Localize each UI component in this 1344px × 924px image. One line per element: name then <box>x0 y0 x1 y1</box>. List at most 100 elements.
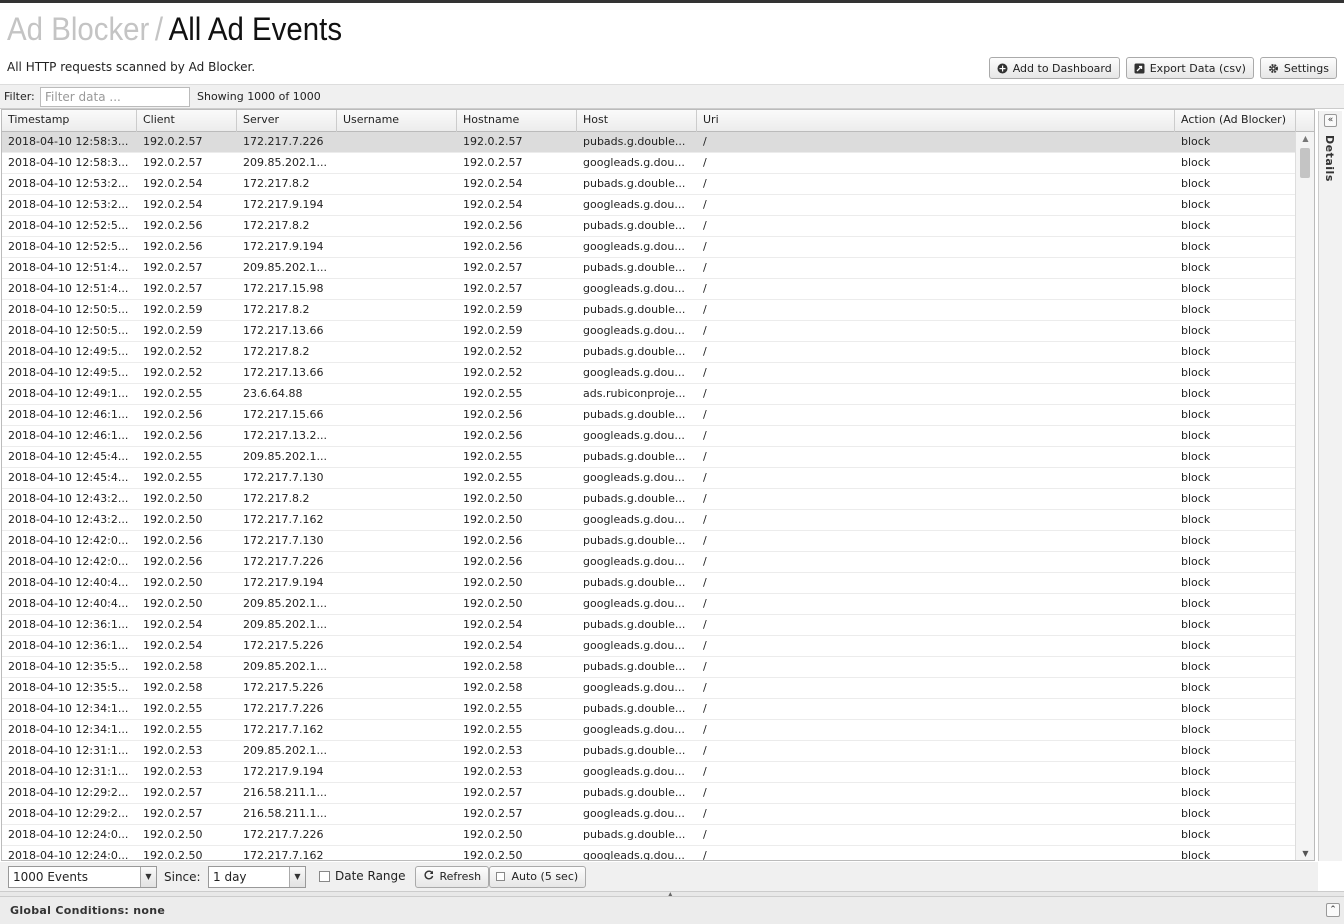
details-panel[interactable]: « Details <box>1318 111 1342 861</box>
table-row[interactable]: 2018-04-10 12:51:4... 192.0.2.57 172.217.1… <box>2 279 1296 300</box>
column-header-host[interactable]: Host <box>577 110 697 132</box>
cell-action: block <box>1181 744 1211 757</box>
table-row[interactable]: 2018-04-10 12:53:2... 192.0.2.54 172.217.8… <box>2 174 1296 195</box>
table-row[interactable]: 2018-04-10 12:24:0... 192.0.2.50 172.217.7… <box>2 846 1296 860</box>
cell-server: 209.85.202.1... <box>243 618 327 631</box>
table-row[interactable]: 2018-04-10 12:35:5... 192.0.2.58 172.217.5… <box>2 678 1296 699</box>
column-header-action[interactable]: Action (Ad Blocker) <box>1175 110 1296 132</box>
cell-client: 192.0.2.56 <box>143 408 203 421</box>
cell-timestamp: 2018-04-10 12:29:2... <box>8 807 129 820</box>
table-row[interactable]: 2018-04-10 12:53:2... 192.0.2.54 172.217.9… <box>2 195 1296 216</box>
filter-input[interactable] <box>40 87 190 107</box>
cell-timestamp: 2018-04-10 12:49:1... <box>8 387 129 400</box>
export-data-button[interactable]: Export Data (csv) <box>1125 57 1254 79</box>
table-row[interactable]: 2018-04-10 12:49:5... 192.0.2.52 172.217.1… <box>2 363 1296 384</box>
table-row[interactable]: 2018-04-10 12:34:1... 192.0.2.55 172.217.7… <box>2 699 1296 720</box>
table-row[interactable]: 2018-04-10 12:43:2... 192.0.2.50 172.217.7… <box>2 510 1296 531</box>
table-row[interactable]: 2018-04-10 12:31:1... 192.0.2.53 209.85.20… <box>2 741 1296 762</box>
events-limit-select[interactable]: 1000 Events ▼ <box>8 866 157 888</box>
column-header-username[interactable]: Username <box>337 110 457 132</box>
scroll-thumb[interactable] <box>1300 148 1310 178</box>
scroll-up-icon[interactable]: ▲ <box>1296 134 1314 143</box>
cell-action: block <box>1181 513 1211 526</box>
column-header-hostname[interactable]: Hostname <box>457 110 577 132</box>
cell-uri: / <box>703 555 707 568</box>
cell-host: googleads.g.dou... <box>583 597 685 610</box>
chevron-double-up-icon[interactable]: ⌃ <box>1326 903 1340 917</box>
cell-username <box>337 405 457 425</box>
breadcrumb-parent[interactable]: Ad Blocker <box>7 11 149 47</box>
cell-action: block <box>1181 828 1211 841</box>
table-row[interactable]: 2018-04-10 12:29:2... 192.0.2.57 216.58.21… <box>2 783 1296 804</box>
refresh-button[interactable]: Refresh <box>415 866 489 888</box>
cell-username <box>337 321 457 341</box>
table-row[interactable]: 2018-04-10 12:58:3... 192.0.2.57 172.217.7… <box>2 132 1296 153</box>
column-header-timestamp[interactable]: Timestamp <box>2 110 137 132</box>
cell-timestamp: 2018-04-10 12:40:4... <box>8 576 129 589</box>
cell-client: 192.0.2.56 <box>143 555 203 568</box>
table-row[interactable]: 2018-04-10 12:43:2... 192.0.2.50 172.217.8… <box>2 489 1296 510</box>
cell-client: 192.0.2.57 <box>143 786 203 799</box>
table-row[interactable]: 2018-04-10 12:49:5... 192.0.2.52 172.217.8… <box>2 342 1296 363</box>
column-header-uri[interactable]: Uri <box>697 110 1175 132</box>
cell-action: block <box>1181 324 1211 337</box>
cell-host: googleads.g.dou... <box>583 513 685 526</box>
cell-hostname: 192.0.2.54 <box>463 198 523 211</box>
table-row[interactable]: 2018-04-10 12:24:0... 192.0.2.50 172.217.7… <box>2 825 1296 846</box>
table-row[interactable]: 2018-04-10 12:36:1... 192.0.2.54 172.217.5… <box>2 636 1296 657</box>
cell-username <box>337 804 457 824</box>
cell-server: 172.217.7.130 <box>243 471 324 484</box>
cell-timestamp: 2018-04-10 12:29:2... <box>8 786 129 799</box>
table-row[interactable]: 2018-04-10 12:50:5... 192.0.2.59 172.217.1… <box>2 321 1296 342</box>
table-row[interactable]: 2018-04-10 12:42:0... 192.0.2.56 172.217.7… <box>2 552 1296 573</box>
table-row[interactable]: 2018-04-10 12:46:1... 192.0.2.56 172.217.1… <box>2 405 1296 426</box>
date-range-checkbox[interactable] <box>319 871 330 882</box>
table-row[interactable]: 2018-04-10 12:34:1... 192.0.2.55 172.217.7… <box>2 720 1296 741</box>
table-row[interactable]: 2018-04-10 12:35:5... 192.0.2.58 209.85.20… <box>2 657 1296 678</box>
cell-uri: / <box>703 639 707 652</box>
cell-username <box>337 300 457 320</box>
cell-uri: / <box>703 408 707 421</box>
auto-refresh-toggle[interactable]: Auto (5 sec) <box>489 866 586 888</box>
cell-server: 172.217.7.130 <box>243 534 324 547</box>
table-row[interactable]: 2018-04-10 12:49:1... 192.0.2.55 23.6.64.8… <box>2 384 1296 405</box>
cell-host: googleads.g.dou... <box>583 240 685 253</box>
cell-host: pubads.g.double... <box>583 135 686 148</box>
cell-server: 172.217.9.194 <box>243 576 324 589</box>
table-row[interactable]: 2018-04-10 12:52:5... 192.0.2.56 172.217.8… <box>2 216 1296 237</box>
column-header-client[interactable]: Client <box>137 110 237 132</box>
table-row[interactable]: 2018-04-10 12:36:1... 192.0.2.54 209.85.20… <box>2 615 1296 636</box>
table-row[interactable]: 2018-04-10 12:45:4... 192.0.2.55 209.85.20… <box>2 447 1296 468</box>
date-range-label[interactable]: Date Range <box>335 869 406 883</box>
chevron-down-icon[interactable]: ▼ <box>140 867 156 887</box>
cell-server: 216.58.211.1... <box>243 807 327 820</box>
table-row[interactable]: 2018-04-10 12:52:5... 192.0.2.56 172.217.9… <box>2 237 1296 258</box>
chevron-double-left-icon[interactable]: « <box>1324 114 1337 127</box>
table-row[interactable]: 2018-04-10 12:42:0... 192.0.2.56 172.217.7… <box>2 531 1296 552</box>
cell-action: block <box>1181 156 1211 169</box>
table-row[interactable]: 2018-04-10 12:40:4... 192.0.2.50 209.85.20… <box>2 594 1296 615</box>
table-row[interactable]: 2018-04-10 12:58:3... 192.0.2.57 209.85.20… <box>2 153 1296 174</box>
cell-timestamp: 2018-04-10 12:45:4... <box>8 471 129 484</box>
since-select[interactable]: 1 day ▼ <box>208 866 306 888</box>
column-header-server[interactable]: Server <box>237 110 337 132</box>
cell-server: 172.217.13.66 <box>243 324 324 337</box>
cell-timestamp: 2018-04-10 12:50:5... <box>8 324 129 337</box>
table-row[interactable]: 2018-04-10 12:45:4... 192.0.2.55 172.217.7… <box>2 468 1296 489</box>
chevron-down-icon[interactable]: ▼ <box>289 867 305 887</box>
grid-scrollbar[interactable]: ▲ ▼ <box>1295 132 1314 860</box>
scroll-down-icon[interactable]: ▼ <box>1296 849 1314 858</box>
table-row[interactable]: 2018-04-10 12:51:4... 192.0.2.57 209.85.20… <box>2 258 1296 279</box>
table-row[interactable]: 2018-04-10 12:29:2... 192.0.2.57 216.58.21… <box>2 804 1296 825</box>
settings-button[interactable]: Settings <box>1259 57 1337 79</box>
table-row[interactable]: 2018-04-10 12:40:4... 192.0.2.50 172.217.9… <box>2 573 1296 594</box>
table-row[interactable]: 2018-04-10 12:31:1... 192.0.2.53 172.217.9… <box>2 762 1296 783</box>
cell-action: block <box>1181 492 1211 505</box>
add-to-dashboard-button[interactable]: Add to Dashboard <box>988 57 1120 79</box>
table-row[interactable]: 2018-04-10 12:50:5... 192.0.2.59 172.217.8… <box>2 300 1296 321</box>
details-panel-label[interactable]: Details <box>1323 135 1336 182</box>
cell-hostname: 192.0.2.58 <box>463 660 523 673</box>
table-row[interactable]: 2018-04-10 12:46:1... 192.0.2.56 172.217.1… <box>2 426 1296 447</box>
auto-refresh-checkbox[interactable] <box>496 872 505 881</box>
cell-action: block <box>1181 618 1211 631</box>
